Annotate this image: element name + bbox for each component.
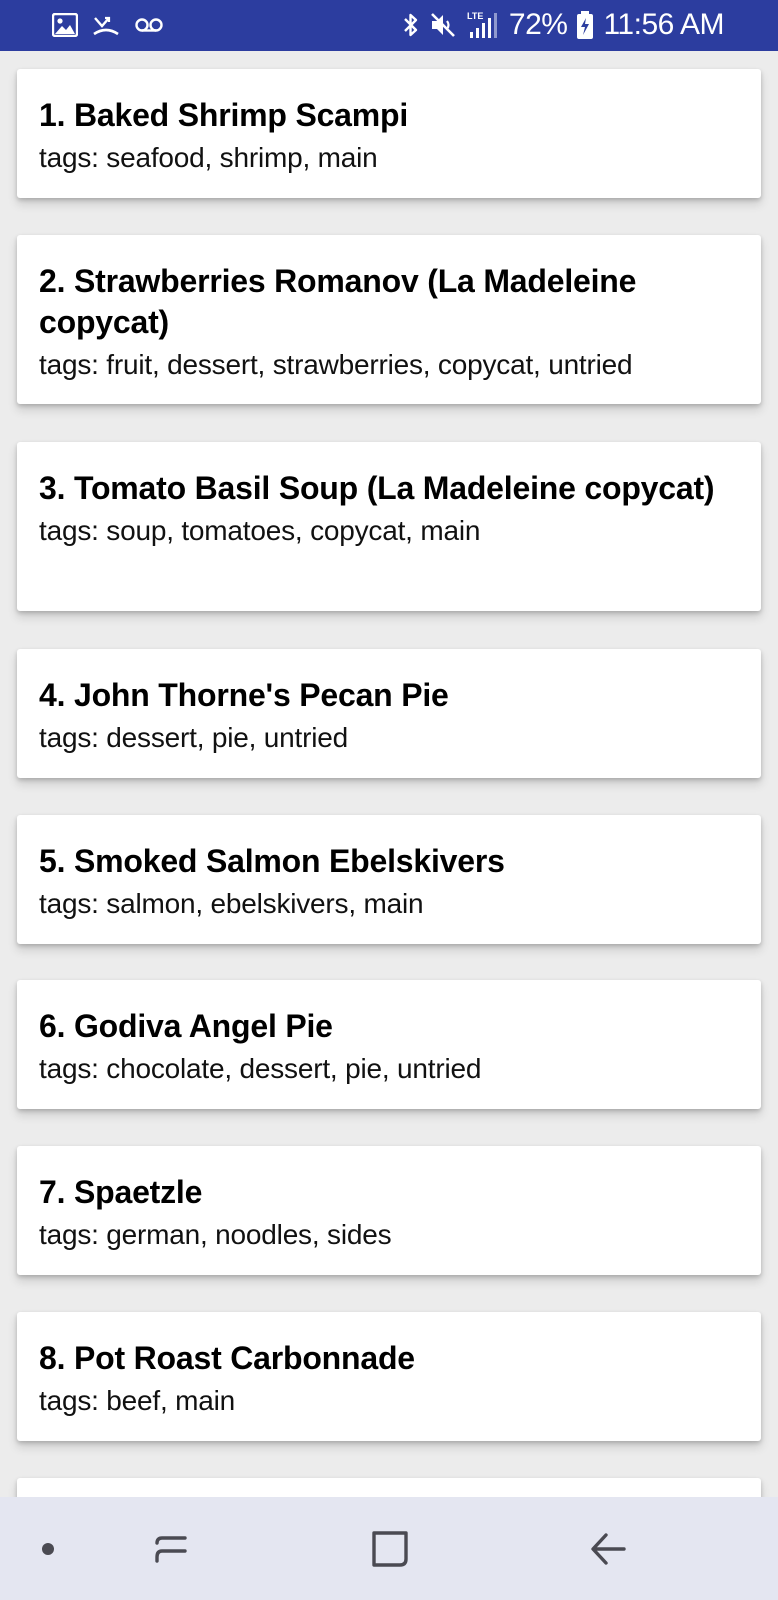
recipe-title: 1. Baked Shrimp Scampi — [39, 97, 409, 133]
recipe-card[interactable]: 5. Smoked Salmon Ebelskivers tags: salmo… — [17, 815, 761, 944]
recipe-card[interactable]: 8. Pot Roast Carbonnade tags: beef, main — [17, 1312, 761, 1441]
status-left — [52, 10, 164, 40]
voicemail-icon — [134, 15, 164, 35]
image-icon — [52, 13, 78, 37]
navigation-bar — [0, 1497, 778, 1600]
home-icon[interactable] — [364, 1497, 416, 1600]
recipe-card-partial[interactable] — [17, 1478, 761, 1497]
recipe-card[interactable]: 4. John Thorne's Pecan Pie tags: dessert… — [17, 649, 761, 778]
status-bar: LTE 72% 11:56 AM — [0, 0, 778, 51]
recipe-card[interactable]: 6. Godiva Angel Pie tags: chocolate, des… — [17, 980, 761, 1109]
recipe-title: 7. Spaetzle — [39, 1174, 203, 1210]
recipe-tags: tags: soup, tomatoes, copycat, main — [39, 515, 481, 546]
battery-percent: 72% — [508, 8, 568, 41]
back-icon[interactable] — [582, 1497, 634, 1600]
recipe-title: 2. Strawberries Romanov (La Madeleine co… — [39, 263, 637, 340]
recipe-tags: tags: dessert, pie, untried — [39, 722, 348, 753]
lte-signal-icon: LTE — [466, 10, 500, 40]
battery-charging-icon — [576, 10, 594, 40]
mute-icon — [429, 11, 457, 39]
recipe-title: 3. Tomato Basil Soup (La Madeleine copyc… — [39, 470, 715, 506]
recipe-title: 4. John Thorne's Pecan Pie — [39, 677, 449, 713]
missed-call-icon — [92, 13, 120, 37]
recipe-title: 8. Pot Roast Carbonnade — [39, 1340, 415, 1376]
dot-icon[interactable] — [30, 1497, 66, 1600]
recipe-tags: tags: german, noodles, sides — [39, 1219, 392, 1250]
recipe-tags: tags: fruit, dessert, strawberries, copy… — [39, 349, 633, 380]
recipe-tags: tags: chocolate, dessert, pie, untried — [39, 1053, 482, 1084]
status-right: LTE 72% 11:56 AM — [402, 8, 724, 42]
recipe-tags: tags: beef, main — [39, 1385, 236, 1416]
recipe-tags: tags: seafood, shrimp, main — [39, 142, 378, 173]
recipe-card[interactable]: 7. Spaetzle tags: german, noodles, sides — [17, 1146, 761, 1275]
recipe-card[interactable]: 2. Strawberries Romanov (La Madeleine co… — [17, 235, 761, 404]
bluetooth-icon — [402, 11, 420, 39]
clock: 11:56 AM — [603, 8, 724, 41]
recents-icon[interactable] — [145, 1497, 197, 1600]
recipe-card[interactable]: 1. Baked Shrimp Scampi tags: seafood, sh… — [17, 69, 761, 198]
svg-text:LTE: LTE — [467, 11, 483, 21]
recipe-title: 6. Godiva Angel Pie — [39, 1008, 333, 1044]
recipe-list[interactable]: 1. Baked Shrimp Scampi tags: seafood, sh… — [0, 51, 778, 1497]
recipe-card[interactable]: 3. Tomato Basil Soup (La Madeleine copyc… — [17, 442, 761, 611]
recipe-title: 5. Smoked Salmon Ebelskivers — [39, 843, 505, 879]
recipe-tags: tags: salmon, ebelskivers, main — [39, 888, 424, 919]
